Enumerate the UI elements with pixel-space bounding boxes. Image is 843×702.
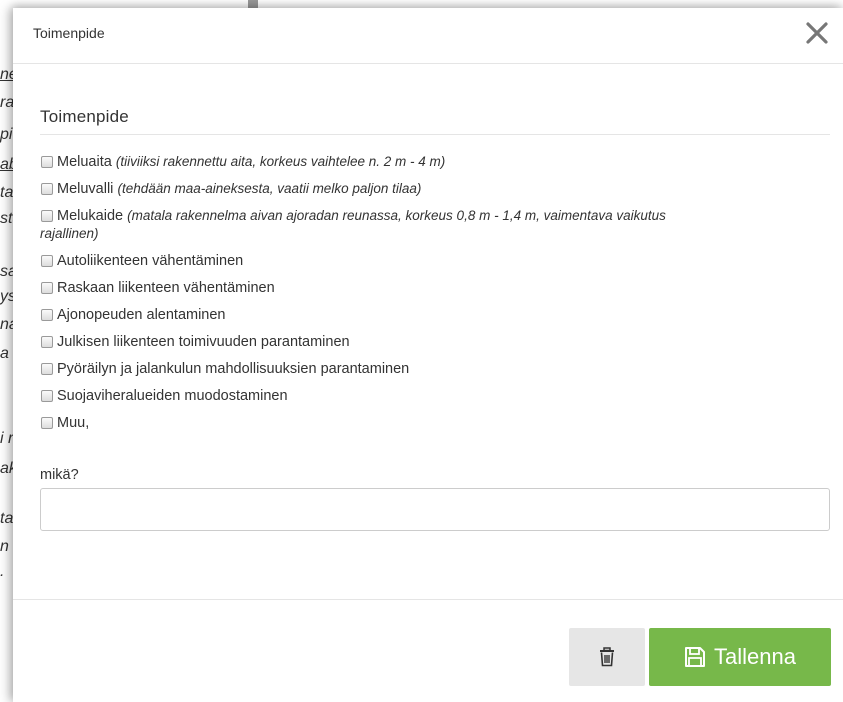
option-pyoraily: Pyöräilyn ja jalankulun mahdollisuuksien… (40, 360, 830, 378)
option-raskas-liikenne: Raskaan liikenteen vähentäminen (40, 279, 830, 297)
option-label: Meluvalli (57, 181, 114, 197)
trash-icon (600, 647, 614, 667)
option-autoliikenne: Autoliikenteen vähentäminen (40, 252, 830, 270)
other-field-label: mikä? (40, 467, 79, 483)
option-label: Suojaviheralueiden muodostaminen (57, 388, 288, 404)
option-muu: Muu, (40, 414, 830, 432)
option-note-continued: rajallinen) (40, 226, 99, 241)
bg-text: ta (0, 184, 14, 201)
checkbox[interactable] (41, 417, 53, 429)
save-button-label: Tallenna (714, 644, 796, 669)
checkbox[interactable] (41, 183, 53, 195)
footer-divider (13, 599, 843, 600)
option-note: (matala rakennelma aivan ajoradan reunas… (127, 208, 666, 223)
option-suojaviheralue: Suojaviheralueiden muodostaminen (40, 387, 830, 405)
bg-text: i r (0, 430, 14, 447)
checkbox[interactable] (41, 282, 53, 294)
other-field-input[interactable] (40, 488, 830, 531)
option-label: Pyöräilyn ja jalankulun mahdollisuuksien… (57, 361, 410, 377)
checkbox[interactable] (41, 390, 53, 402)
checkbox[interactable] (41, 210, 53, 222)
checkbox[interactable] (41, 336, 53, 348)
modal-title: Toimenpide (33, 25, 105, 41)
option-label: Autoliikenteen vähentäminen (57, 253, 244, 269)
checkbox[interactable] (41, 309, 53, 321)
checkbox[interactable] (41, 156, 53, 168)
section-title: Toimenpide (40, 107, 129, 126)
bg-text: . (0, 563, 5, 580)
save-button[interactable]: Tallenna (649, 628, 831, 686)
option-label: Meluaita (57, 154, 112, 170)
section-divider (40, 134, 830, 135)
checkbox[interactable] (41, 255, 53, 267)
delete-button[interactable] (569, 628, 645, 686)
option-meluaita: Meluaita (tiiviiksi rakennettu aita, kor… (40, 153, 830, 171)
bg-text: ta (0, 510, 14, 527)
close-button[interactable] (803, 16, 831, 50)
option-note: (tiiviiksi rakennettu aita, korkeus vaih… (115, 154, 446, 169)
option-note: (tehdään maa-aineksesta, vaatii melko pa… (117, 181, 422, 196)
toimenpide-modal: Toimenpide Toimenpide Meluaita (tiiviiks… (13, 8, 843, 702)
option-melukaide: Melukaide (matala rakennelma aivan ajora… (40, 207, 830, 243)
option-julkinen-liikenne: Julkisen liikenteen toimivuuden parantam… (40, 333, 830, 351)
option-label: Julkisen liikenteen toimivuuden parantam… (57, 334, 350, 350)
bg-text: n (0, 538, 9, 555)
save-icon (685, 647, 706, 667)
bg-text: pi (0, 126, 13, 143)
background-scroll-marker (248, 0, 258, 8)
options-list: Meluaita (tiiviiksi rakennettu aita, kor… (40, 153, 830, 441)
option-ajonopeus: Ajonopeuden alentaminen (40, 306, 830, 324)
option-label: Raskaan liikenteen vähentäminen (57, 280, 275, 296)
option-label: Muu, (57, 415, 90, 431)
modal-header: Toimenpide (13, 8, 843, 64)
close-icon (806, 22, 828, 44)
option-label: Ajonopeuden alentaminen (57, 307, 226, 323)
option-label: Melukaide (57, 208, 124, 224)
bg-text: a (0, 345, 9, 362)
option-meluvalli: Meluvalli (tehdään maa-aineksesta, vaati… (40, 180, 830, 198)
checkbox[interactable] (41, 363, 53, 375)
